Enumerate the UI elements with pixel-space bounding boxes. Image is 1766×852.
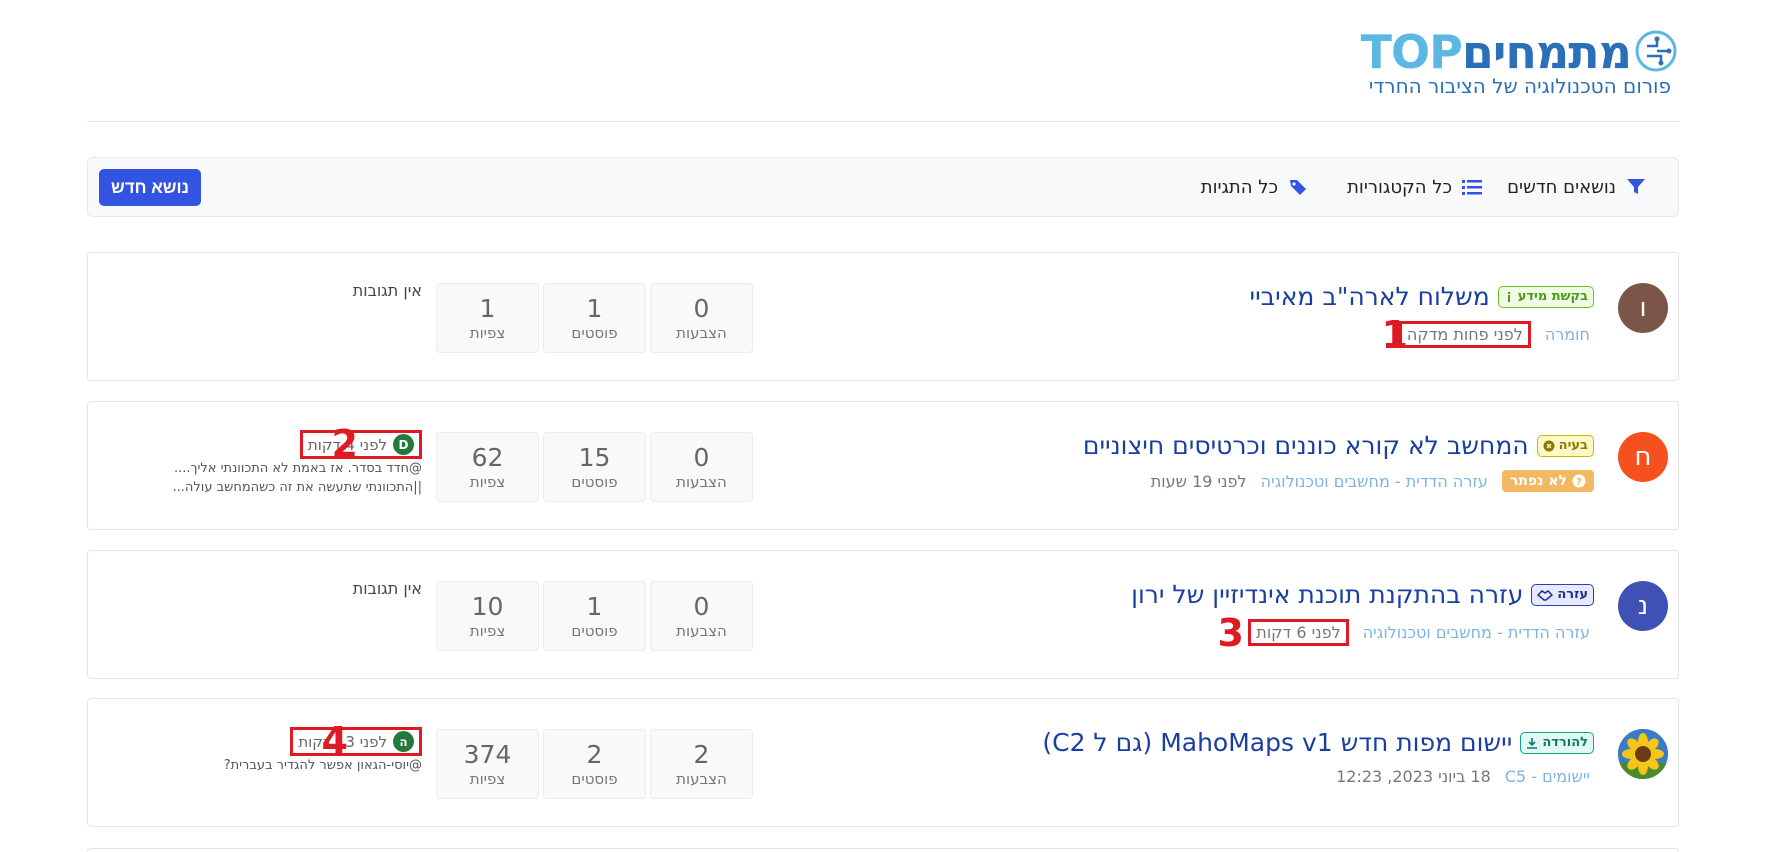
posts-stat: 2 פוסטים bbox=[543, 729, 646, 799]
posts-stat: 15 פוסטים bbox=[543, 432, 646, 502]
annotation-marker: 3 bbox=[1217, 611, 1244, 655]
topic-toolbar: נושאים חדשים כל הקטגוריות כל התגיות נושא… bbox=[87, 157, 1679, 217]
views-stat: 10 צפיות bbox=[436, 581, 539, 651]
topic-row[interactable]: נ עזרה עזרה בהתקנת תוכנת אינדיזיין של יר… bbox=[87, 550, 1679, 679]
topic-row[interactable] bbox=[87, 848, 1679, 852]
avatar[interactable]: ה bbox=[393, 731, 414, 752]
avatar[interactable]: ח bbox=[1618, 432, 1668, 482]
tag-badge-problem[interactable]: בעיה bbox=[1536, 434, 1594, 457]
last-reply-teaser: אין תגובות bbox=[122, 579, 422, 598]
annotation-marker: 1 bbox=[1381, 313, 1408, 357]
info-icon bbox=[1507, 291, 1510, 302]
topic-timestamp[interactable]: לפני 6 דקות bbox=[1248, 619, 1349, 646]
question-circle-icon: ? bbox=[1572, 474, 1586, 488]
filter-icon bbox=[1627, 179, 1645, 194]
last-reply-teaser: אין תגובות bbox=[122, 281, 422, 300]
category-link[interactable]: עזרה הדדית - מחשבים וטכנולוגיה bbox=[1261, 472, 1488, 491]
topic-stats: 0 הצבעות 15 פוסטים 62 צפיות bbox=[436, 432, 753, 502]
topic-stats: 0 הצבעות 1 פוסטים 1 צפיות bbox=[436, 283, 753, 353]
category-link[interactable]: חומרה bbox=[1545, 325, 1590, 344]
topic-timestamp[interactable]: לפני 19 שעות bbox=[1151, 472, 1247, 491]
teaser-line[interactable]: @חדד בסדר. אז באמת לא התכוונתי אליך.... bbox=[122, 459, 422, 478]
site-header: TOPמתמחים פורום הטכנולוגיה של הציבור החר… bbox=[87, 0, 1679, 122]
topic-title[interactable]: משלוח לארה"ב מאיביי bbox=[1250, 282, 1490, 311]
topic-title[interactable]: המחשב לא קורא כוננים וכרטיסים חיצוניים bbox=[1083, 431, 1529, 460]
topic-row[interactable]: להורדה יישום מפות חדש MahoMaps v1 (גם ל … bbox=[87, 698, 1679, 827]
votes-stat: 2 הצבעות bbox=[650, 729, 753, 799]
avatar[interactable] bbox=[1618, 729, 1668, 779]
avatar[interactable]: D bbox=[393, 434, 414, 455]
new-topic-button[interactable]: נושא חדש bbox=[99, 169, 201, 206]
topic-title[interactable]: יישום מפות חדש MahoMaps v1 (גם ל C2) bbox=[1042, 728, 1512, 757]
all-categories-label: כל הקטגוריות bbox=[1347, 176, 1452, 198]
sunflower-avatar-icon bbox=[1618, 729, 1668, 779]
category-link[interactable]: עזרה הדדית - מחשבים וטכנולוגיה bbox=[1363, 623, 1590, 642]
topic-row[interactable]: ח בעיה המחשב לא קורא כוננים וכרטיסים חיצ… bbox=[87, 401, 1679, 530]
unsolved-badge: ? לא נפתר bbox=[1501, 470, 1594, 492]
tags-icon bbox=[1290, 180, 1306, 195]
teaser-timestamp[interactable]: D לפני 4 דקות bbox=[299, 430, 422, 459]
avatar[interactable]: ו bbox=[1618, 283, 1668, 333]
votes-stat: 0 הצבעות bbox=[650, 432, 753, 502]
topic-timestamp[interactable]: 18 ביוני 2023, 12:23 bbox=[1336, 767, 1491, 786]
circuit-brain-icon bbox=[1635, 30, 1677, 72]
tag-badge-download[interactable]: להורדה bbox=[1520, 731, 1594, 754]
logo-wordmark: TOPמתמחים bbox=[1360, 25, 1632, 79]
topic-stats: 2 הצבעות 2 פוסטים 374 צפיות bbox=[436, 729, 753, 799]
close-circle-icon bbox=[1543, 440, 1555, 451]
tag-badge-info-request[interactable]: בקשת מידע bbox=[1497, 285, 1594, 308]
svg-text:?: ? bbox=[1576, 477, 1582, 488]
last-reply-teaser: D לפני 4 דקות @חדד בסדר. אז באמת לא התכו… bbox=[122, 430, 422, 497]
all-tags-menu[interactable]: כל התגיות bbox=[1201, 158, 1308, 216]
topic-row[interactable]: ו בקשת מידע משלוח לארה"ב מאיביי חומרה לפ… bbox=[87, 252, 1679, 381]
no-replies-text: אין תגובות bbox=[352, 281, 422, 300]
views-stat: 374 צפיות bbox=[436, 729, 539, 799]
avatar[interactable]: נ bbox=[1618, 581, 1668, 631]
teaser-line[interactable]: ||התכוונתי שתעשה את זה כשהמחשב עולה... bbox=[122, 478, 422, 497]
new-topics-filter[interactable]: נושאים חדשים bbox=[1507, 158, 1646, 216]
last-reply-teaser: ה לפני 13 דקות @יוסי-הגאון אפשר להגדיר ב… bbox=[122, 727, 422, 775]
all-tags-label: כל התגיות bbox=[1200, 176, 1278, 198]
handshake-icon bbox=[1537, 589, 1554, 601]
votes-stat: 0 הצבעות bbox=[650, 283, 753, 353]
views-stat: 1 צפיות bbox=[436, 283, 539, 353]
topic-stats: 0 הצבעות 1 פוסטים 10 צפיות bbox=[436, 581, 753, 651]
all-categories-menu[interactable]: כל הקטגוריות bbox=[1347, 158, 1482, 216]
views-stat: 62 צפיות bbox=[436, 432, 539, 502]
posts-stat: 1 פוסטים bbox=[543, 581, 646, 651]
category-link[interactable]: יישומים - C5 bbox=[1505, 767, 1590, 786]
topic-timestamp[interactable]: לפני פחות מדקה bbox=[1398, 321, 1531, 348]
logo-subtitle: פורום הטכנולוגיה של הציבור החרדי bbox=[1368, 74, 1671, 98]
votes-stat: 0 הצבעות bbox=[650, 581, 753, 651]
annotation-marker: 2 bbox=[331, 422, 358, 466]
topic-title[interactable]: עזרה בהתקנת תוכנת אינדיזיין של ירון bbox=[1131, 580, 1523, 609]
posts-stat: 1 פוסטים bbox=[543, 283, 646, 353]
download-icon bbox=[1527, 737, 1538, 749]
new-topics-label: נושאים חדשים bbox=[1507, 176, 1616, 198]
teaser-timestamp[interactable]: ה לפני 13 דקות bbox=[290, 727, 422, 756]
tag-badge-help[interactable]: עזרה bbox=[1531, 583, 1594, 606]
teaser-line[interactable]: @יוסי-הגאון אפשר להגדיר בעברית? bbox=[122, 756, 422, 775]
annotation-marker: 4 bbox=[321, 719, 348, 763]
no-replies-text: אין תגובות bbox=[352, 579, 422, 598]
site-logo[interactable]: TOPמתמחים פורום הטכנולוגיה של הציבור החר… bbox=[1319, 26, 1679, 100]
list-icon bbox=[1462, 180, 1482, 195]
